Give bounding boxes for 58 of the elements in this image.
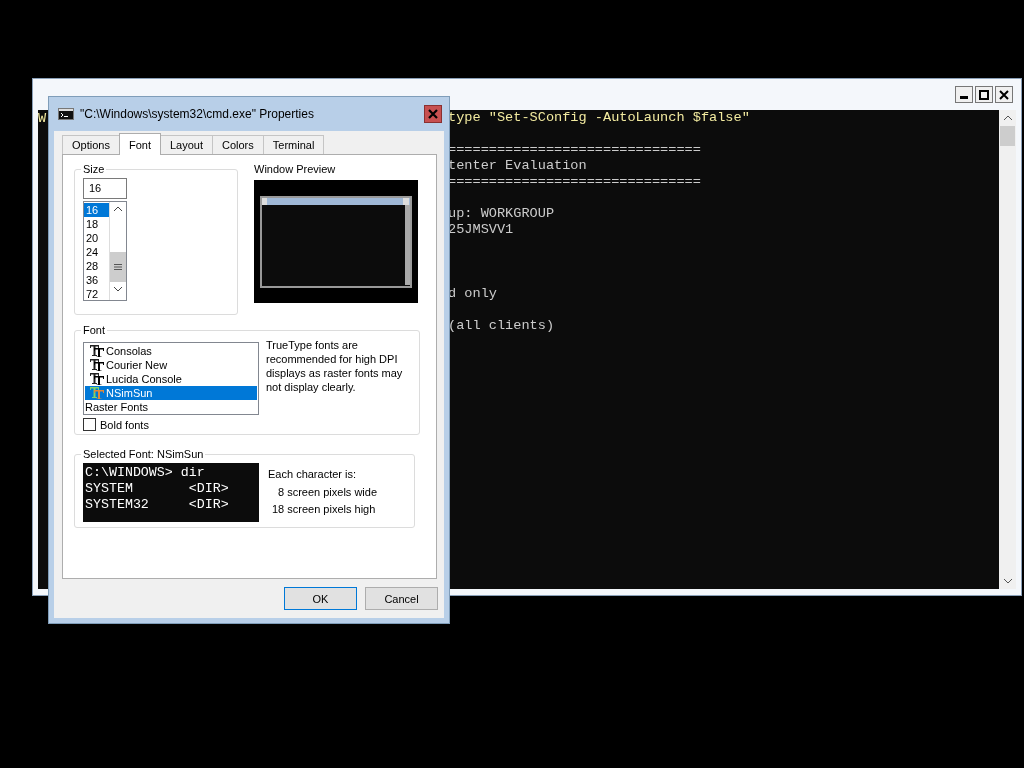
scrollbar[interactable] [999, 110, 1016, 589]
console-icon [58, 108, 74, 120]
list-item[interactable]: 36 [84, 273, 109, 287]
char-info-text: 8 screen pixels wide [277, 485, 378, 500]
scrollbar[interactable] [109, 202, 126, 300]
list-item[interactable]: 28 [84, 259, 109, 273]
sample-text: C:\WINDOWS> dir [85, 465, 205, 480]
minimize-icon [960, 96, 968, 99]
dialog-button[interactable]: Cancel [365, 587, 438, 610]
sample-text: SYSTEM32 <DIR> [85, 497, 229, 512]
console-text: W [38, 111, 47, 126]
console-text: =============================== [448, 174, 701, 189]
dialog-button[interactable]: OK [284, 587, 357, 610]
list-item[interactable]: Consolas [85, 344, 257, 358]
console-text: =============================== [448, 142, 701, 157]
tab[interactable]: Options [62, 135, 120, 154]
group-label: Font [82, 324, 106, 336]
list-item[interactable]: 24 [84, 245, 109, 259]
font-note: TrueType fonts are recommended for high DPI displays as raster fonts may not display clearly. [266, 338, 404, 395]
font-list[interactable]: Consolas Courier New Lucida Console NSimSun Raster Fonts [83, 342, 259, 415]
list-item[interactable]: 20 [84, 231, 109, 245]
maximize-icon [979, 89, 989, 100]
maximize-button[interactable] [975, 86, 993, 103]
truetype-icon [90, 345, 104, 357]
sample-text: SYSTEM <DIR> [85, 481, 229, 496]
dialog-title: "C:\Windows\system32\cmd.exe" Properties [80, 107, 315, 121]
list-item[interactable]: 18 [84, 217, 109, 231]
char-info-text: Each character is: [268, 468, 358, 482]
size-list[interactable]: 16 18 20 24 28 36 72 [83, 201, 127, 301]
close-button[interactable] [995, 86, 1013, 103]
checkbox-label: Bold fonts [100, 418, 149, 431]
checkbox[interactable] [83, 418, 96, 431]
minimize-button[interactable] [955, 86, 973, 103]
list-item[interactable]: Raster Fonts [85, 400, 257, 414]
tab[interactable]: Terminal [262, 135, 325, 154]
tab[interactable]: Font [118, 133, 161, 155]
preview-label: Window Preview [254, 163, 337, 177]
list-item[interactable]: 16 [84, 203, 109, 217]
close-icon [999, 89, 1009, 100]
truetype-icon [90, 373, 104, 385]
scrollbar-thumb[interactable] [1000, 126, 1015, 146]
group-label: Selected Font: NSimSun [82, 448, 205, 460]
group-label: Size [82, 163, 106, 175]
console-text: tenter Evaluation [448, 158, 587, 173]
tab[interactable]: Layout [159, 135, 213, 154]
list-item[interactable]: Courier New [85, 358, 257, 372]
list-item[interactable]: NSimSun [85, 386, 257, 400]
list-item[interactable]: Lucida Console [85, 372, 257, 386]
truetype-icon [90, 359, 104, 371]
console-text: type "Set-SConfig -AutoLaunch $false" [448, 110, 750, 125]
list-item[interactable]: 72 [84, 287, 109, 301]
size-field[interactable]: 16 [83, 178, 127, 199]
console-text: 25JMSVV1 [448, 222, 514, 237]
console-text: (all clients) [448, 318, 555, 333]
truetype-icon [90, 387, 104, 399]
char-info-text: 18 screen pixels high [271, 503, 377, 517]
grip-icon [114, 263, 122, 271]
close-icon [428, 109, 438, 119]
